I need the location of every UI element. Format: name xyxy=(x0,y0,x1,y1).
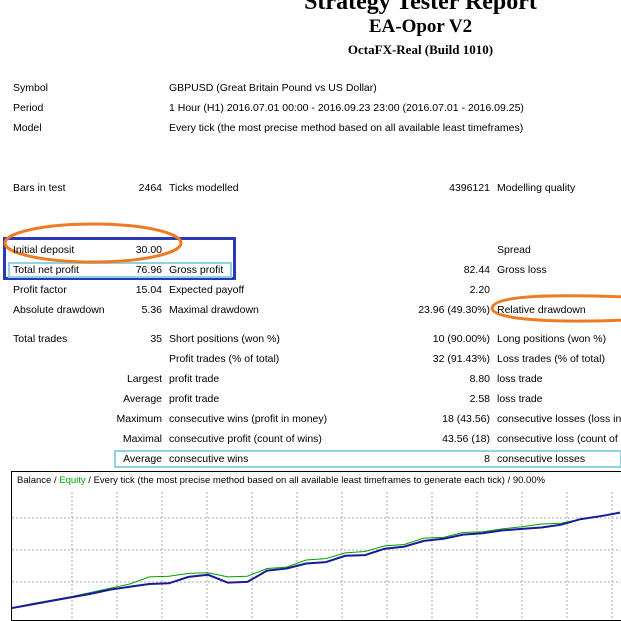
largest-profit-label: profit trade xyxy=(169,373,220,385)
average-label: Average xyxy=(123,393,162,405)
series-line-equity xyxy=(12,511,621,609)
net-profit-label: Total net profit xyxy=(13,264,79,276)
symbol-value: GBPUSD (Great Britain Pound vs US Dollar… xyxy=(169,82,377,94)
expected-payoff-value: 2.20 xyxy=(469,284,490,296)
absolute-drawdown-label: Absolute drawdown xyxy=(13,304,105,316)
spread-label: Spread xyxy=(497,244,531,256)
bars-label: Bars in test xyxy=(13,182,66,194)
balance-chart: Balance / Equity / Every tick (the most … xyxy=(11,471,621,621)
series-line-balance xyxy=(12,511,621,609)
average-profit-label: profit trade xyxy=(169,393,220,405)
max-consecutive-losses-label: consecutive losses (loss in xyxy=(497,413,621,425)
total-trades-label: Total trades xyxy=(13,333,68,345)
avg-consecutive-losses-label: consecutive losses xyxy=(497,453,586,465)
net-profit-value: 76.96 xyxy=(135,264,162,276)
symbol-label: Symbol xyxy=(13,82,49,94)
bars-value: 2464 xyxy=(138,182,162,194)
profit-factor-value: 15.04 xyxy=(135,284,162,296)
initial-deposit-label: Initial deposit xyxy=(13,244,75,256)
absolute-drawdown-value: 5.36 xyxy=(141,304,162,316)
gross-profit-value: 82.44 xyxy=(463,264,490,276)
ticks-value: 4396121 xyxy=(449,182,490,194)
largest-profit-value: 8.80 xyxy=(469,373,490,385)
model-value: Every tick (the most precise method base… xyxy=(169,122,524,134)
chart-plot xyxy=(12,492,621,618)
expected-payoff-label: Expected payoff xyxy=(169,284,245,296)
relative-drawdown-label: Relative drawdown xyxy=(497,304,586,316)
short-positions-value: 10 (90.00%) xyxy=(432,333,490,345)
profit-factor-label: Profit factor xyxy=(13,284,67,296)
quality-label: Modelling quality xyxy=(497,182,576,194)
total-trades-value: 35 xyxy=(150,333,162,345)
maximum-label: Maximum xyxy=(116,413,162,425)
server-name: OctaFX-Real (Build 1010) xyxy=(347,42,494,57)
profit-trades-value: 32 (91.43%) xyxy=(432,353,490,365)
loss-trades-label: Loss trades (% of total) xyxy=(497,353,605,365)
initial-deposit-value: 30.00 xyxy=(135,244,162,256)
report-title: Strategy Tester Report xyxy=(304,0,537,15)
maximal-consecutive-profit-value: 43.56 (18) xyxy=(442,433,490,445)
profit-trades-label: Profit trades (% of total) xyxy=(169,353,280,365)
avg-consecutive-wins-value: 8 xyxy=(484,453,490,465)
gross-loss-label: Gross loss xyxy=(497,264,547,276)
model-label: Model xyxy=(13,122,42,134)
ticks-label: Ticks modelled xyxy=(169,182,239,194)
gross-profit-label: Gross profit xyxy=(169,264,224,276)
period-value: 1 Hour (H1) 2016.07.01 00:00 - 2016.09.2… xyxy=(169,102,524,114)
period-label: Period xyxy=(13,102,44,114)
largest-label: Largest xyxy=(126,373,162,385)
max-consecutive-wins-value: 18 (43.56) xyxy=(442,413,490,425)
ea-name: EA-Opor V2 xyxy=(368,16,473,37)
maximal-drawdown-label: Maximal drawdown xyxy=(169,304,259,316)
maximal-consecutive-loss-label: consecutive loss (count of xyxy=(497,433,618,445)
avg-label: Average xyxy=(123,453,162,465)
short-positions-label: Short positions (won %) xyxy=(169,333,280,345)
max-consecutive-wins-label: consecutive wins (profit in money) xyxy=(169,413,328,425)
long-positions-label: Long positions (won %) xyxy=(497,333,607,345)
largest-loss-label: loss trade xyxy=(497,373,543,385)
maximal-label: Maximal xyxy=(122,433,162,445)
maximal-drawdown-value: 23.96 (49.30%) xyxy=(418,304,490,316)
average-profit-value: 2.58 xyxy=(469,393,490,405)
average-loss-label: loss trade xyxy=(497,393,543,405)
avg-consecutive-wins-label: consecutive wins xyxy=(169,453,249,465)
maximal-consecutive-profit-label: consecutive profit (count of wins) xyxy=(169,433,322,445)
